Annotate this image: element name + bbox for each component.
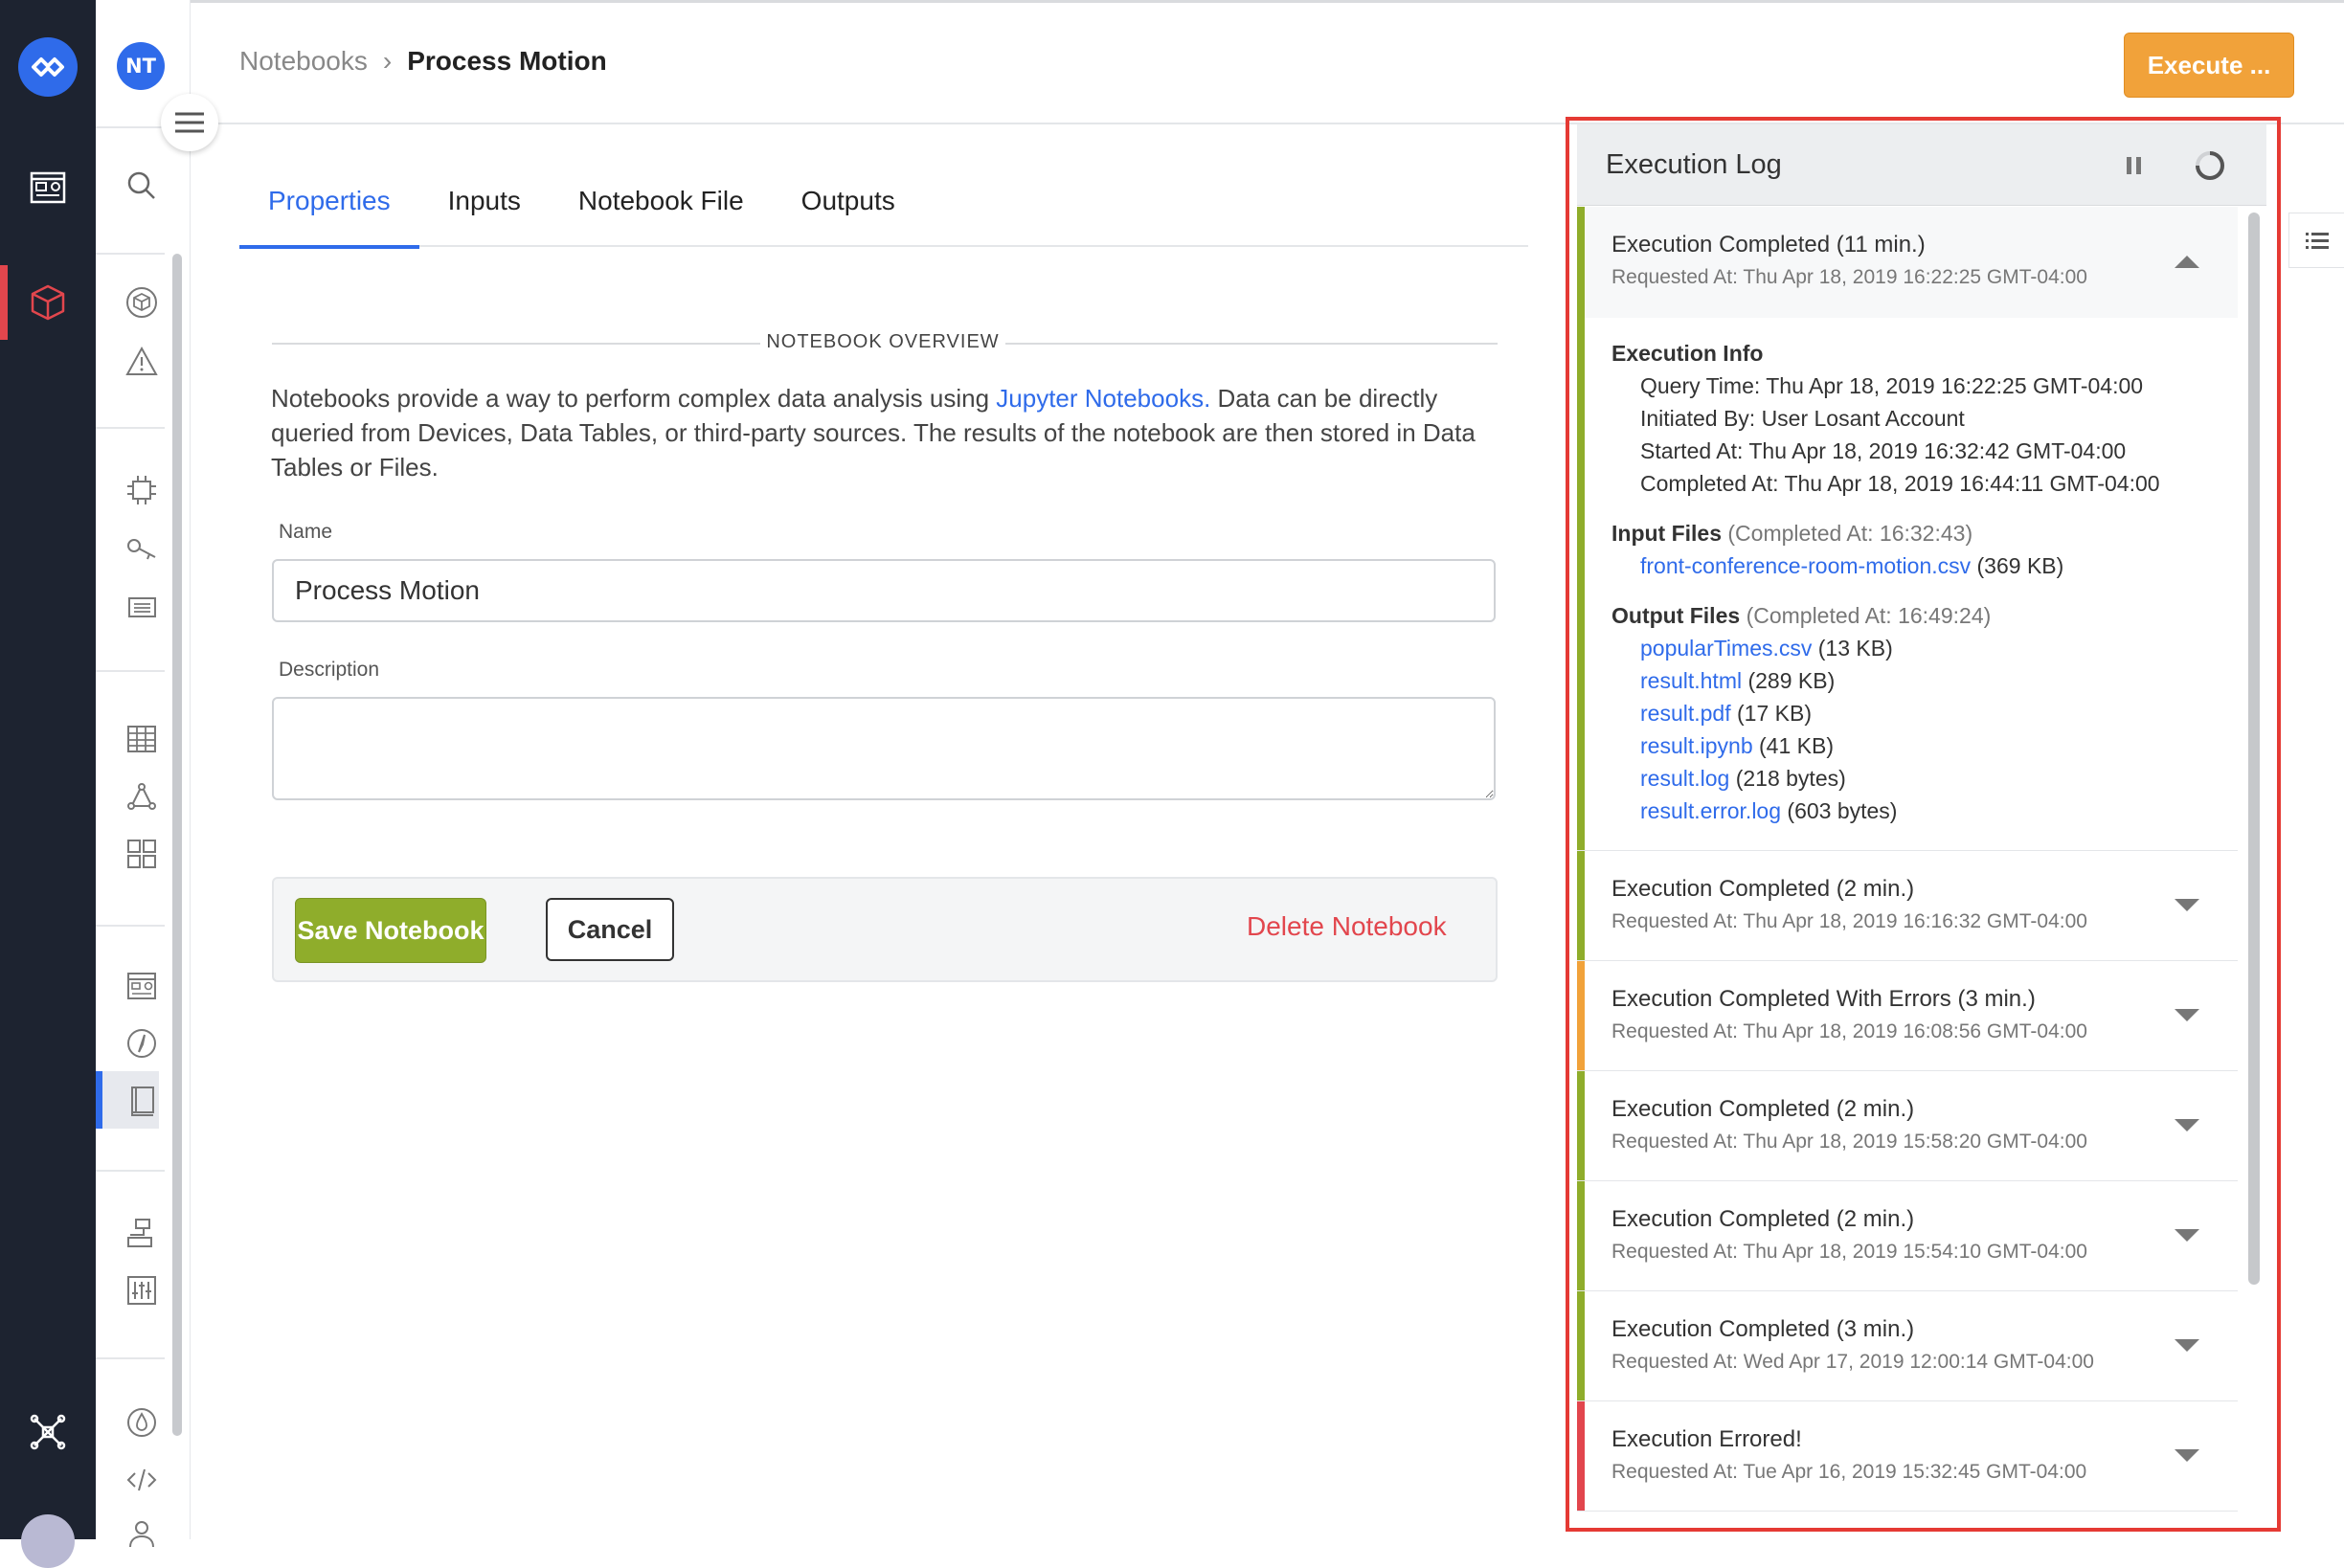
chip-icon[interactable] [124, 473, 159, 507]
form-actions: Save Notebook Cancel Delete Notebook [272, 877, 1498, 982]
sidebar-divider [96, 925, 165, 927]
overview-rule-left [272, 343, 760, 345]
sidebar-divider [96, 1357, 165, 1359]
tab-inputs[interactable]: Inputs [419, 186, 550, 245]
overview-text-before: Notebooks provide a way to perform compl… [271, 384, 997, 413]
app-sidebar: NT [96, 0, 191, 1548]
name-label: Name [279, 521, 333, 543]
news-icon[interactable] [124, 590, 159, 624]
rail-active-indicator [0, 265, 8, 340]
warning-icon[interactable] [124, 345, 159, 379]
cancel-button[interactable]: Cancel [546, 898, 674, 961]
hamburger-icon [175, 112, 204, 133]
overview-title: NOTEBOOK OVERVIEW [766, 331, 1000, 352]
dashboard-icon[interactable] [29, 168, 67, 207]
hub-icon[interactable] [29, 1413, 67, 1451]
edge-icon[interactable] [124, 1216, 159, 1250]
breadcrumb: Notebooks › Process Motion [239, 46, 607, 77]
puzzle-icon[interactable] [124, 837, 159, 871]
overview-text: Notebooks provide a way to perform compl… [271, 381, 1506, 484]
compass-icon[interactable] [124, 1026, 159, 1061]
sidebar-divider [96, 427, 165, 429]
droplet-icon[interactable] [124, 1405, 159, 1440]
sidebar-scrollbar[interactable] [172, 254, 182, 1436]
sidebar-avatar[interactable]: NT [117, 42, 165, 90]
overview-rule-right [1005, 343, 1498, 345]
sliders-icon[interactable] [124, 1273, 159, 1308]
dashboard-icon[interactable] [124, 969, 159, 1003]
sidebar-divider [96, 670, 165, 672]
user-avatar[interactable] [21, 1514, 75, 1568]
top-border [96, 0, 2344, 3]
workflow-icon[interactable] [124, 779, 159, 814]
breadcrumb-notebooks-link[interactable]: Notebooks [239, 46, 368, 77]
application-cube-icon[interactable] [29, 283, 67, 322]
jupyter-notebooks-link[interactable]: Jupyter Notebooks. [996, 384, 1210, 413]
breadcrumb-separator: › [382, 46, 393, 76]
toggle-log-button[interactable] [2288, 213, 2344, 268]
sidebar-divider [96, 126, 165, 128]
description-input[interactable] [272, 697, 1496, 800]
highlight-frame [1566, 117, 2281, 1532]
tab-outputs[interactable]: Outputs [773, 186, 924, 245]
page-title: Process Motion [407, 46, 607, 76]
menu-toggle-button[interactable] [161, 94, 218, 151]
code-icon[interactable] [124, 1463, 159, 1497]
user-icon[interactable] [124, 1516, 159, 1551]
tab-bar: Properties Inputs Notebook File Outputs [239, 186, 924, 249]
save-notebook-button[interactable]: Save Notebook [295, 898, 486, 963]
sidebar-divider [96, 1170, 165, 1172]
cube-icon[interactable] [124, 285, 159, 320]
notebook-icon[interactable] [124, 1084, 159, 1118]
description-label: Description [279, 659, 380, 681]
name-input[interactable] [272, 559, 1496, 622]
sidebar-divider [96, 253, 165, 255]
delete-notebook-button[interactable]: Delete Notebook [1247, 911, 1447, 942]
tab-properties[interactable]: Properties [239, 186, 419, 249]
search-icon[interactable] [124, 168, 159, 203]
app-rail [0, 0, 96, 1568]
list-icon [2306, 233, 2329, 249]
losant-logo-icon[interactable] [18, 37, 78, 97]
execute-button[interactable]: Execute ... [2124, 33, 2294, 98]
table-icon[interactable] [124, 722, 159, 756]
tab-notebook-file[interactable]: Notebook File [550, 186, 773, 245]
key-icon[interactable] [124, 532, 159, 567]
